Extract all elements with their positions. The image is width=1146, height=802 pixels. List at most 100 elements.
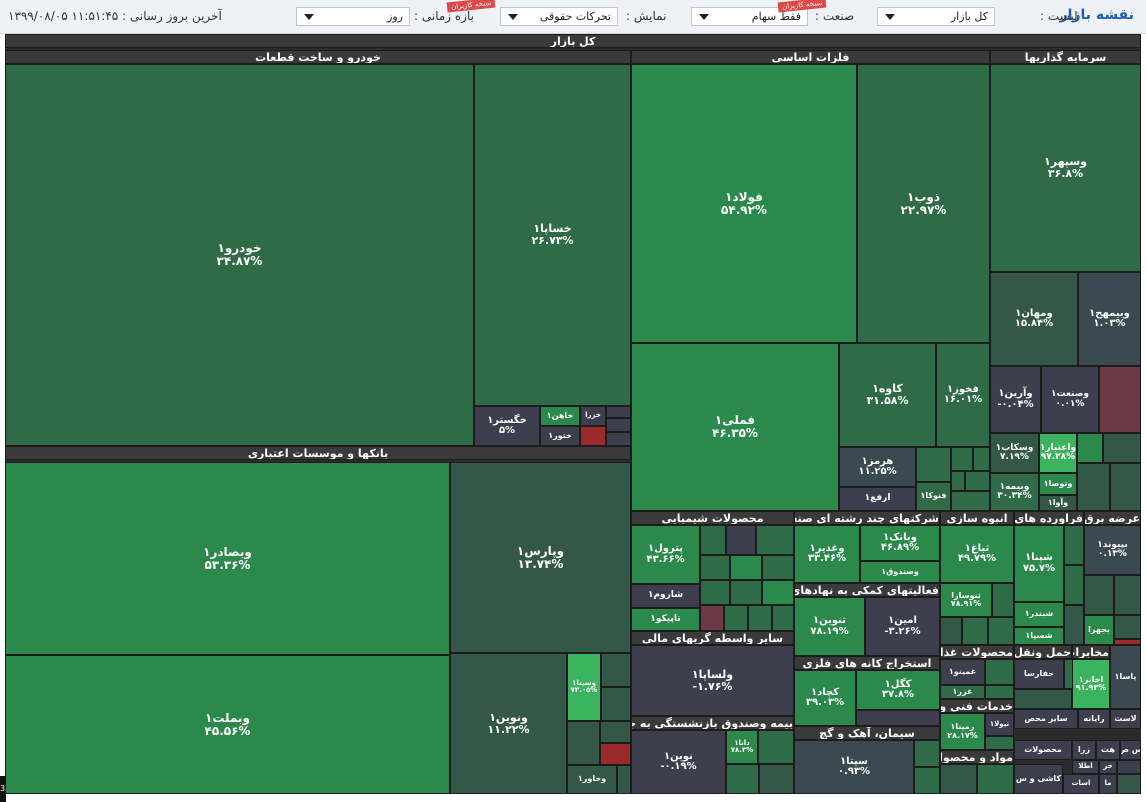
stock-tile-rayane[interactable]: رایانه [1078,709,1110,729]
stock-tile[interactable] [606,406,631,418]
stock-tile-fakhooz[interactable]: فخوز۱ ۱۶.۰۱% [936,343,990,447]
stock-tile[interactable] [730,555,762,580]
stock-tile-ghnina[interactable]: غمینو۱ [940,659,985,685]
stock-tile[interactable] [606,418,631,432]
stock-tile-dana[interactable]: دانا۱ ۷۸.۳% [726,730,758,764]
stock-tile-thnosaz[interactable]: ثنوسازا ۷۸.۹۱% [940,583,992,617]
stock-tile[interactable] [1110,463,1141,511]
stock-tile-khahen[interactable]: خاهن۱ [540,406,580,426]
stock-tile-khodro[interactable]: خودرو۱ ۳۴.۸۷% [5,64,474,446]
stock-tile-vbimeh2[interactable]: وبیمه۱ ۳۰.۳۴% [990,473,1039,511]
sector-header-cement[interactable]: سیمان، آهک و گچ [794,726,940,740]
stock-tile-vkhavar[interactable]: وخاور۱ [567,765,617,794]
stock-tile-vlsapa[interactable]: ولساپا۱ -۱.۷۶% [631,645,794,716]
stock-tile[interactable] [758,730,794,764]
stock-tile-sayer[interactable]: سایر محص [1014,709,1078,729]
stock-tile[interactable] [951,447,973,471]
stock-tile[interactable] [1084,575,1114,615]
stock-tile[interactable] [1064,565,1084,605]
stock-tile[interactable] [965,471,990,491]
stock-tile-zob[interactable]: ذوب۱ ۲۲.۹۷% [857,64,990,343]
stock-tile-vbank[interactable]: وبانک۱ ۴۶.۸۹% [860,525,940,561]
stock-tile[interactable] [601,687,631,721]
stock-tile-foolad[interactable]: فولاد۱ ۵۴.۹۲% [631,64,857,343]
stock-tile[interactable] [580,426,606,446]
stock-tile-petrol[interactable]: پترول۱ ۴۳.۶۶% [631,525,700,584]
stock-tile-vsekab[interactable]: وسکاب۱ ۷.۱۹% [990,433,1039,473]
stock-tile[interactable] [606,432,631,446]
stock-tile-amin[interactable]: امین۱ -۳.۲۶% [865,597,940,656]
sector-header-mass[interactable]: انبوه سازی [940,511,1014,525]
stock-tile-lasat[interactable]: لاست [1110,709,1141,729]
stock-tile-shbandar[interactable]: شبندر۱ [1014,602,1064,627]
stock-tile-arfe[interactable]: ارفع۱ [839,487,916,511]
sector-header-nonmetal[interactable]: استخراج کانه های فلزی [794,656,940,670]
stock-tile[interactable] [700,525,726,555]
stock-tile[interactable] [600,743,631,765]
stock-tile[interactable] [988,617,1014,645]
stock-tile-akhabar[interactable]: اخابر۱ ۹۱.۹۳% [1072,659,1110,709]
stock-tile[interactable] [1064,525,1084,565]
stock-tile-khazra[interactable]: خزرا [580,406,606,426]
stock-tile-bibid[interactable]: بپیوند۱ ۰.۱۳% [1084,525,1141,575]
stock-tile[interactable] [724,605,748,631]
stock-tile[interactable] [1077,463,1110,511]
stock-tile[interactable] [700,555,730,580]
stock-tile[interactable] [914,740,940,767]
stock-tile-novin[interactable]: نوین۱ -۰.۱۹% [631,730,726,794]
stock-tile-kegol[interactable]: کگل۱ ۳۷.۸% [856,670,940,710]
stock-tile[interactable] [726,764,759,794]
stock-tile[interactable] [1114,615,1141,639]
sector-header-tech[interactable]: خدمات فنی و [940,699,1014,713]
stock-tile[interactable] [600,721,631,743]
stock-tile-khsapa[interactable]: خساپا۱ ۲۶.۷۳% [474,64,631,406]
stock-tile-fotoka[interactable]: فنوکا۱ [916,482,951,511]
stock-tile-vpars[interactable]: وپارس۱ ۱۳.۷۴% [450,462,631,653]
sector-header-aux[interactable]: فعالیتهای کمکی به نهادهای [794,583,940,597]
stock-tile-vava[interactable]: وآوا۱ [1039,495,1077,511]
stock-tile[interactable] [762,555,794,580]
stock-tile[interactable] [1014,689,1072,709]
stock-tile-pas[interactable]: س ص [1120,740,1141,760]
sector-header-auto[interactable]: خودرو و ساخت قطعات [5,50,631,64]
stock-tile-sazra[interactable]: زرا [1072,740,1096,760]
stock-tile-hormoz[interactable]: هرمز۱ ۱۱.۲۵% [839,447,916,487]
stock-tile-asat[interactable]: اسات [1063,774,1099,794]
stock-tile[interactable] [914,767,940,794]
stock-tile-rampna[interactable]: رمپنا۱ ۲۸.۱۷% [940,713,985,750]
stock-tile-ma[interactable]: ما [1099,774,1117,794]
stock-tile-hafiza[interactable]: حفارسا [1014,659,1064,689]
stock-tile[interactable] [1114,575,1141,615]
stock-tile-kave[interactable]: کاوه۱ ۳۱.۵۸% [839,343,936,447]
sector-header-metals[interactable]: فلزات اساسی [631,50,990,64]
sector-header-supply[interactable]: عرضه برق [1084,511,1141,525]
stock-tile-mahsulat[interactable]: محصولات [1014,740,1072,760]
stock-tile[interactable] [730,580,762,605]
stock-tile-khar[interactable]: خر [1099,760,1117,774]
stock-tile-hat[interactable]: هت [1096,740,1120,760]
sector-header-insurance[interactable]: بیمه وصندوق بازنشستگی به جزت [631,716,794,730]
stock-tile[interactable] [1064,605,1084,645]
sector-header-invest[interactable]: سرمایه گذاریها [990,50,1141,64]
sector-header-transport[interactable]: حمل ونقل [1014,645,1072,659]
stock-tile[interactable] [962,617,988,645]
stock-tile[interactable] [762,580,794,605]
stock-tile-vsandooq[interactable]: وصندوق۱ [860,561,940,583]
stock-tile-vsanat[interactable]: وصنعت۱ ۰.۰۱% [1041,366,1099,433]
stock-tile[interactable] [951,471,965,491]
stock-tile-vbsader[interactable]: وبصادر۱ ۵۳.۳۶% [5,462,450,655]
stock-tile[interactable] [1103,433,1141,463]
stock-tile-pasa[interactable]: پاسا۱ [1110,645,1141,709]
stock-tile-kashi[interactable]: کاشی و س [1014,764,1063,794]
stock-tile[interactable] [985,685,1014,699]
stock-tile-thabagh[interactable]: ثباغ۱ ۴۹.۷۹% [940,525,1014,583]
sector-header-finint[interactable]: سایر واسطه گریهای مالی [631,631,794,645]
stock-tile[interactable] [601,653,631,687]
stock-tile-tanovin[interactable]: تنوین۱ ۷۸.۱۹% [794,597,865,656]
stock-tile-vtosa[interactable]: وتوصا۱ [1039,473,1077,495]
stock-tile-vghadir[interactable]: وغدیر۱ ۳۳.۴۶% [794,525,860,583]
sector-header-food[interactable]: محصولات غذایی [940,645,1014,659]
stock-tile-tapiko[interactable]: تاپیکو۱ [631,608,700,631]
stock-tile[interactable] [700,580,730,605]
stock-tile-vnovin[interactable]: ونوین۱ ۱۱.۲۲% [450,653,567,794]
